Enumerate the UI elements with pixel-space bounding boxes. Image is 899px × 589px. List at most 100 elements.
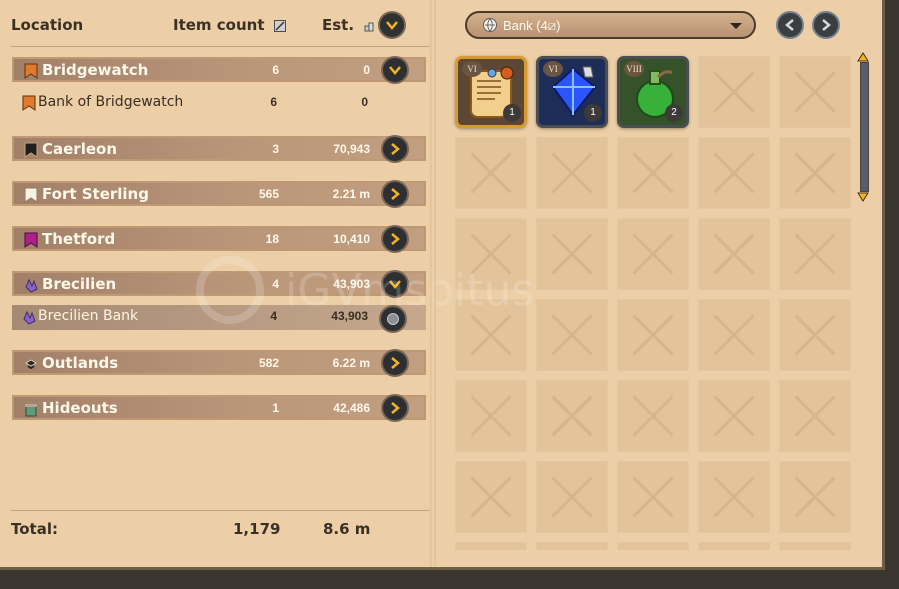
expand-button[interactable]	[381, 394, 409, 422]
empty-slot[interactable]	[455, 218, 527, 290]
sort-button[interactable]	[378, 11, 406, 39]
empty-slot-icon	[470, 314, 512, 356]
empty-slot-icon	[713, 395, 755, 437]
location-row-hideouts[interactable]: Hideouts 1 42,486	[12, 394, 426, 422]
chevron-down-icon	[389, 66, 401, 75]
silver-coins-icon	[364, 22, 374, 31]
location-name: Fort Sterling	[42, 185, 149, 203]
weight-icon	[273, 19, 286, 32]
empty-slot[interactable]	[698, 137, 770, 209]
location-row-thetford[interactable]: Thetford 18 10,410	[12, 225, 426, 253]
location-row-brecilien-bank[interactable]: Brecilien Bank 4 43,903	[12, 305, 426, 333]
empty-slot[interactable]	[455, 461, 527, 533]
empty-slot-icon	[794, 476, 836, 518]
empty-slot[interactable]	[779, 461, 851, 533]
location-row-outlands[interactable]: Outlands 582 6.22 m	[12, 349, 426, 377]
location-count: 1	[272, 401, 279, 415]
dropdown-caret-icon	[730, 23, 742, 29]
collapse-button[interactable]	[381, 56, 409, 84]
bank-select[interactable]: Bank (4⧄)	[465, 11, 756, 39]
expand-button[interactable]	[381, 180, 409, 208]
empty-slot[interactable]	[779, 218, 851, 290]
empty-slot[interactable]	[536, 299, 608, 371]
location-name: Bank of Bridgewatch	[38, 94, 184, 110]
expand-button[interactable]	[381, 225, 409, 253]
empty-slot[interactable]	[617, 542, 689, 550]
tier-badge: VI	[462, 61, 482, 77]
empty-slot[interactable]	[455, 137, 527, 209]
chevron-right-icon	[391, 233, 400, 245]
location-header[interactable]: Location	[11, 16, 83, 34]
location-name: Brecilien	[42, 275, 117, 293]
empty-slot[interactable]	[779, 542, 851, 550]
empty-slot-icon	[537, 543, 607, 550]
item-count-header[interactable]: Item count	[173, 16, 286, 34]
empty-slot[interactable]	[617, 218, 689, 290]
chevron-right-icon	[822, 19, 831, 31]
bridgewatch-banner-icon	[22, 95, 36, 111]
collapse-button[interactable]	[381, 270, 409, 298]
empty-slot-icon	[551, 476, 593, 518]
empty-slot-icon	[632, 395, 674, 437]
empty-slot[interactable]	[617, 299, 689, 371]
empty-slot[interactable]	[698, 461, 770, 533]
empty-slot[interactable]	[455, 380, 527, 452]
empty-slot[interactable]	[698, 380, 770, 452]
empty-slot[interactable]	[617, 137, 689, 209]
expand-button[interactable]	[381, 349, 409, 377]
empty-slot[interactable]	[455, 299, 527, 371]
empty-slot[interactable]	[779, 299, 851, 371]
empty-slot[interactable]	[779, 137, 851, 209]
empty-slot[interactable]	[779, 56, 851, 128]
inventory-item-2[interactable]: VI 1	[536, 56, 608, 128]
item-quantity: 1	[503, 104, 521, 122]
chevron-right-icon	[391, 357, 400, 369]
location-row-bank-of-bridgewatch[interactable]: Bank of Bridgewatch 6 0	[12, 91, 426, 116]
bank-inventory-grid: VI 1 VI 1 VIII 2	[446, 47, 851, 550]
inventory-item-1[interactable]: VI 1	[455, 56, 527, 128]
empty-slot[interactable]	[698, 218, 770, 290]
location-value: 42,486	[333, 401, 370, 415]
next-bank-button[interactable]	[812, 11, 840, 39]
empty-slot[interactable]	[536, 137, 608, 209]
empty-slot-icon	[618, 543, 688, 550]
location-row-brecilien[interactable]: Brecilien 4 43,903	[12, 270, 426, 298]
location-name: Caerleon	[42, 140, 117, 158]
scroll-down-icon	[857, 192, 869, 202]
item-quantity: 2	[665, 104, 683, 122]
empty-slot[interactable]	[698, 542, 770, 550]
empty-slot[interactable]	[698, 56, 770, 128]
location-name: Bridgewatch	[42, 61, 149, 79]
empty-slot[interactable]	[779, 380, 851, 452]
location-count: 565	[258, 187, 279, 201]
empty-slot[interactable]	[536, 542, 608, 550]
empty-slot-icon	[794, 233, 836, 275]
empty-slot[interactable]	[536, 380, 608, 452]
est-label: Est.	[322, 16, 355, 34]
empty-slot-icon	[632, 152, 674, 194]
header-divider	[11, 46, 429, 47]
empty-slot[interactable]	[617, 461, 689, 533]
scrollbar-track[interactable]	[860, 62, 869, 192]
expand-button[interactable]	[381, 135, 409, 163]
inventory-scrollbar[interactable]	[857, 52, 869, 202]
previous-bank-button[interactable]	[776, 11, 804, 39]
empty-slot[interactable]	[617, 380, 689, 452]
location-row-fort-sterling[interactable]: Fort Sterling 565 2.21 m	[12, 180, 426, 208]
total-count: 1,179	[233, 520, 281, 538]
inventory-item-3[interactable]: VIII 2	[617, 56, 689, 128]
empty-slot[interactable]	[698, 299, 770, 371]
empty-slot[interactable]	[536, 461, 608, 533]
location-row-bridgewatch[interactable]: Bridgewatch 6 0	[12, 56, 426, 84]
empty-slot[interactable]	[455, 542, 527, 550]
selected-bank-button[interactable]	[379, 305, 407, 333]
tier-badge: VI	[543, 61, 563, 77]
thetford-banner-icon	[24, 232, 38, 248]
location-name: Thetford	[42, 230, 116, 248]
location-value: 10,410	[333, 232, 370, 246]
empty-slot[interactable]	[536, 218, 608, 290]
empty-slot-icon	[780, 543, 850, 550]
estimated-value-header[interactable]: Est.	[322, 16, 375, 34]
location-row-caerleon[interactable]: Caerleon 3 70,943	[12, 135, 426, 163]
empty-slot-icon	[713, 476, 755, 518]
